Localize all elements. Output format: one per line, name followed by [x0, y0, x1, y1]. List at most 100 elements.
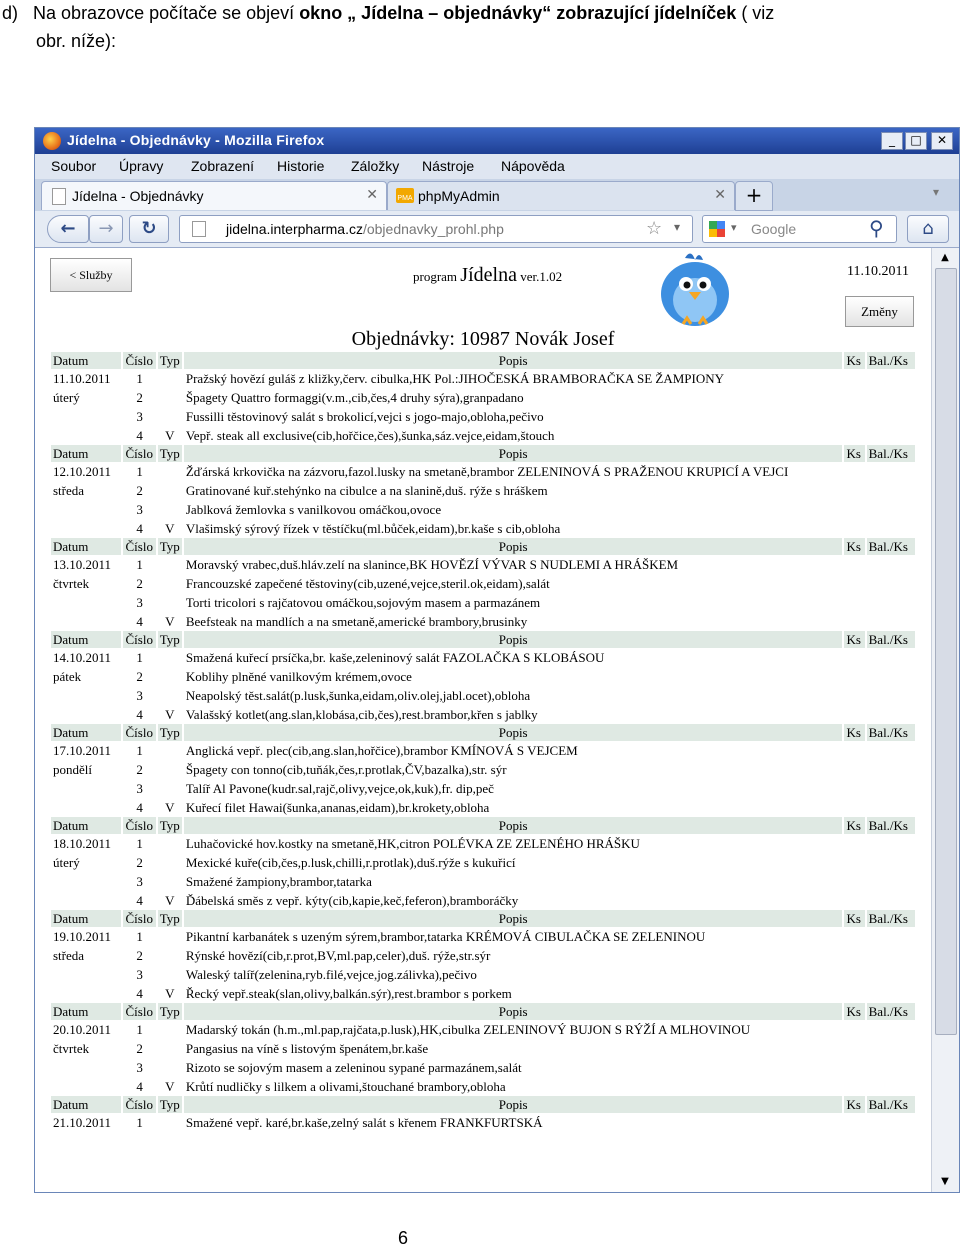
vertical-scrollbar[interactable]: ▲ ▼ — [931, 248, 959, 1192]
home-button[interactable]: ⌂ — [907, 215, 949, 243]
tab-list-icon[interactable]: ▾ — [933, 185, 939, 199]
url-dropdown-icon[interactable]: ▾ — [674, 220, 680, 234]
item-description: Beefsteak na mandlích a na smetaně,ameri… — [185, 614, 528, 629]
new-tab-button[interactable]: + — [735, 181, 773, 211]
tab-phpmyadmin[interactable]: PMA phpMyAdmin ✕ — [387, 181, 735, 210]
table-row: 21.10.2011 1 Smažené vepř. karé,br.kaše,ze… — [51, 1113, 915, 1132]
table-header-row: Datum Číslo Typ Popis Ks Bal./Ks — [51, 445, 915, 462]
scroll-thumb[interactable] — [935, 268, 957, 1035]
quantity-cell[interactable] — [844, 593, 864, 612]
engine-dropdown-icon[interactable]: ▾ — [731, 221, 737, 234]
quantity-cell[interactable] — [844, 369, 864, 388]
item-description: Špagety con tonno(cib,tuňák,čes,r.protla… — [185, 762, 507, 777]
header-date: Datum — [51, 352, 122, 369]
url-bar[interactable]: jidelna.interpharma.cz/objednavky_prohl.… — [179, 215, 693, 243]
url-text[interactable]: jidelna.interpharma.cz/objednavky_prohl.… — [226, 221, 504, 237]
header-number: Číslo — [123, 817, 156, 834]
search-bar[interactable]: ▾ Google ⚲ — [702, 215, 897, 243]
quantity-cell[interactable] — [844, 853, 864, 872]
tab-jidelna[interactable]: Jídelna - Objednávky ✕ — [41, 181, 387, 210]
quantity-cell[interactable] — [844, 872, 864, 891]
quantity-cell[interactable] — [844, 946, 864, 965]
tab-close-icon[interactable]: ✕ — [366, 186, 378, 203]
maximize-button[interactable]: □ — [905, 132, 927, 150]
item-type: V — [165, 893, 175, 908]
changes-button[interactable]: Změny — [845, 296, 914, 327]
quantity-cell[interactable] — [844, 481, 864, 500]
page-heading: Objednávky: 10987 Novák Josef — [351, 328, 615, 350]
quantity-cell[interactable] — [844, 760, 864, 779]
quantity-cell[interactable] — [844, 927, 864, 946]
quantity-cell[interactable] — [844, 407, 864, 426]
reload-button[interactable]: ↻ — [129, 215, 169, 243]
quantity-cell[interactable] — [844, 686, 864, 705]
quantity-cell[interactable] — [844, 741, 864, 760]
tab-bar: Jídelna - Objednávky ✕ PMA phpMyAdmin ✕ … — [35, 179, 959, 211]
intro-line-2: obr. níže): — [36, 31, 117, 51]
quantity-cell[interactable] — [844, 1113, 864, 1132]
table-row: 3 Waleský talíř(zelenina,ryb.filé,vejce,j… — [51, 965, 915, 984]
quantity-cell[interactable] — [844, 1077, 864, 1096]
bookmark-star-icon[interactable]: ☆ — [646, 218, 662, 239]
quantity-cell[interactable] — [844, 612, 864, 631]
menu-soubor[interactable]: Soubor — [51, 158, 96, 174]
page-icon — [192, 221, 206, 237]
table-row: 4 V Kuřecí filet Hawai(šunka,ananas,eidam)… — [51, 798, 915, 817]
minimize-button[interactable]: _ — [881, 132, 903, 150]
item-type — [158, 834, 182, 853]
quantity-cell[interactable] — [844, 574, 864, 593]
services-back-button[interactable]: < Služby — [50, 258, 132, 292]
forward-button[interactable]: → — [89, 215, 123, 243]
quantity-cell[interactable] — [844, 519, 864, 538]
quantity-cell[interactable] — [844, 798, 864, 817]
search-icon[interactable]: ⚲ — [869, 216, 884, 240]
quantity-cell[interactable] — [844, 555, 864, 574]
quantity-cell[interactable] — [844, 705, 864, 724]
quantity-cell[interactable] — [844, 426, 864, 445]
intro-line-1: d) Na obrazovce počítače se objeví okno … — [2, 0, 774, 27]
quantity-cell[interactable] — [844, 1058, 864, 1077]
quantity-cell[interactable] — [844, 965, 864, 984]
menu-upravy[interactable]: Úpravy — [119, 158, 163, 174]
item-number: 3 — [136, 1060, 143, 1075]
header-quantity: Ks — [844, 1096, 865, 1113]
menu-zalozky[interactable]: Záložky — [351, 158, 399, 174]
quantity-cell[interactable] — [844, 834, 864, 853]
quantity-cell[interactable] — [844, 648, 864, 667]
quantity-cell[interactable] — [844, 1020, 864, 1039]
quantity-cell[interactable] — [844, 984, 864, 1003]
quantity-cell[interactable] — [844, 462, 864, 481]
item-description: Torti tricolori s rajčatovou omáčkou,soj… — [185, 595, 541, 610]
close-button[interactable]: ✕ — [931, 132, 953, 150]
quantity-cell[interactable] — [844, 1039, 864, 1058]
intro-prefix: d) — [2, 3, 19, 23]
header-description: Popis — [183, 352, 843, 369]
table-row: 3 Smažené žampiony,brambor,tatarka — [51, 872, 915, 891]
menu-historie[interactable]: Historie — [277, 158, 324, 174]
back-button[interactable]: ← — [47, 215, 89, 243]
menu-nastroje[interactable]: Nástroje — [422, 158, 474, 174]
search-input[interactable]: Google — [751, 221, 796, 237]
quantity-cell[interactable] — [844, 500, 864, 519]
item-description: Anglická vepř. plec(cib,ang.slan,hořčice… — [185, 743, 578, 758]
day-weekday: pátek — [53, 669, 82, 684]
item-description: Mexické kuře(cib,čes,p.lusk,chilli,r.pro… — [185, 855, 516, 870]
quantity-cell[interactable] — [844, 779, 864, 798]
window-title: Jídelna - Objednávky - Mozilla Firefox — [67, 132, 325, 148]
item-type — [158, 1113, 182, 1132]
item-description: Krůtí nudličky s lilkem a olivami,štouch… — [185, 1079, 506, 1094]
quantity-cell[interactable] — [844, 388, 864, 407]
quantity-cell[interactable] — [844, 667, 864, 686]
title-bar[interactable]: Jídelna - Objednávky - Mozilla Firefox _… — [35, 128, 959, 154]
item-type — [158, 574, 182, 593]
header-type: Typ — [157, 724, 182, 741]
quantity-cell[interactable] — [844, 891, 864, 910]
item-description: Kuřecí filet Hawai(šunka,ananas,eidam),b… — [185, 800, 490, 815]
menu-napoveda[interactable]: Nápověda — [501, 158, 565, 174]
scroll-down-icon[interactable]: ▼ — [935, 1174, 955, 1190]
header-packaging: Bal./Ks — [866, 445, 915, 462]
tab-close-icon[interactable]: ✕ — [714, 186, 726, 203]
scroll-up-icon[interactable]: ▲ — [935, 250, 955, 266]
item-number: 2 — [136, 762, 143, 777]
menu-zobrazeni[interactable]: Zobrazení — [191, 158, 254, 174]
